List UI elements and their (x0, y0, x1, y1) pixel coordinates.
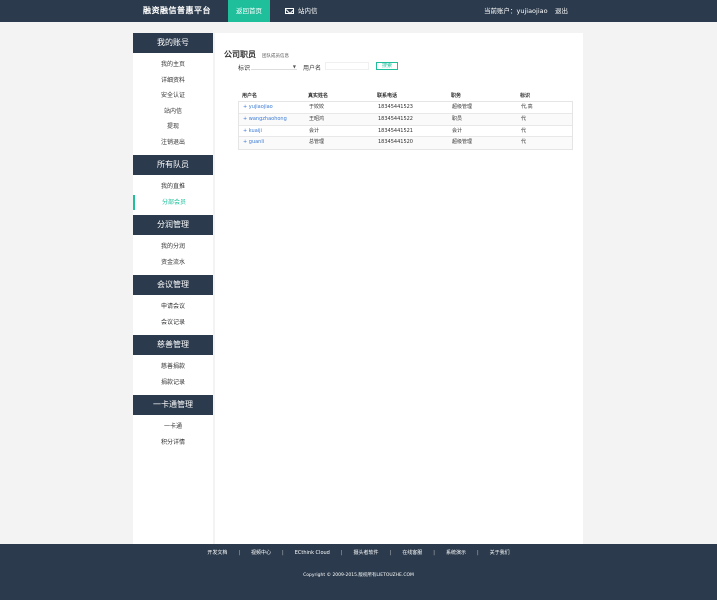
sidebar: 我的账号 我的主页 详细资料 安全认证 站内信 提现 注销退出 所有队员 我的直… (133, 33, 213, 544)
envelope-icon (285, 7, 294, 14)
sidebar-item-logout[interactable]: 注销退出 (133, 135, 213, 151)
username-link[interactable]: + guanli (243, 137, 264, 149)
table-row[interactable]: + kuaiji 会计 18345441521 会计 代 (239, 125, 572, 138)
col-phone: 联系电话 (377, 93, 398, 99)
real-name-cell: 总管理 (309, 139, 325, 146)
main-panel: 公司职员 团队成员信息 标识 ▼ 用户名 搜索 用户名 真实姓名 联系电话 职务 … (215, 33, 583, 544)
search-button[interactable]: 搜索 (376, 62, 398, 70)
sidebar-item-profile[interactable]: 详细资料 (133, 73, 213, 89)
phone-cell: 18345441522 (378, 115, 413, 122)
nav-messages-link[interactable]: 站内信 (285, 0, 318, 22)
real-name-cell: 王昭鸿 (309, 115, 325, 122)
username-link[interactable]: + kuaiji (243, 126, 262, 138)
footer-divider: | (389, 550, 392, 556)
tag-select[interactable]: ▼ (251, 62, 297, 70)
caret-down-icon: ▼ (292, 64, 296, 69)
sidebar-item-security[interactable]: 安全认证 (133, 88, 213, 104)
sidebar-section-card: 一卡通管理 (133, 395, 213, 415)
copyright: Copyright © 2009-2015.版权所有LIETOUZHE.COM (303, 573, 414, 578)
sidebar-section-charity: 慈善管理 (133, 335, 213, 355)
sidebar-section-account: 我的账号 (133, 33, 213, 53)
position-cell: 会计 (452, 127, 463, 134)
brand-title: 融资融信普惠平台 (143, 6, 211, 15)
footer-link-about[interactable]: 关于我们 (490, 549, 510, 556)
sidebar-section-meetings: 会议管理 (133, 275, 213, 295)
footer: 开发文档 | 视频中心 | ECthink Cloud | 摄头者软件 | 在线客服 | 系统演示 |… (0, 544, 717, 600)
table-row[interactable]: + wangzhaohong 王昭鸿 18345441522 职员 代 (239, 113, 572, 126)
username-link[interactable]: + wangzhaohong (243, 114, 287, 126)
col-username: 用户名 (242, 93, 258, 99)
tag-cell: 代 (521, 115, 527, 122)
sidebar-item-branch-members[interactable]: 分部会员 (133, 194, 213, 210)
position-cell: 超级管理 (452, 104, 473, 110)
footer-link-videos[interactable]: 视频中心 (251, 549, 271, 556)
page-subtitle: 团队成员信息 (262, 54, 289, 59)
phone-cell: 18345441521 (378, 127, 413, 134)
username-input[interactable] (325, 62, 369, 70)
phone-cell: 18345441523 (378, 104, 413, 110)
footer-link-support[interactable]: 在线客服 (402, 549, 422, 556)
sidebar-item-fund-flow[interactable]: 资金流水 (133, 255, 213, 271)
sidebar-item-my-profit[interactable]: 我的分润 (133, 239, 213, 255)
sidebar-item-direct-referrals[interactable]: 我的直推 (133, 179, 213, 195)
sidebar-item-messages[interactable]: 站内信 (133, 104, 213, 120)
table-row[interactable]: + yujiaojiao 于姣姣 18345441523 超级管理 代,高 (239, 102, 572, 114)
sidebar-item-apply-meeting[interactable]: 申请会议 (133, 299, 213, 315)
sidebar-item-home[interactable]: 我的主页 (133, 57, 213, 73)
page-header: 公司职员 团队成员信息 (224, 42, 289, 61)
position-cell: 超级管理 (452, 139, 473, 146)
footer-link-software[interactable]: 摄头者软件 (354, 549, 379, 556)
footer-link-demo[interactable]: 系统演示 (446, 549, 466, 556)
tag-cell: 代 (521, 139, 527, 146)
sidebar-section-profit: 分润管理 (133, 215, 213, 235)
sidebar-item-charity-donation[interactable]: 慈善捐款 (133, 359, 213, 375)
username-link[interactable]: + yujiaojiao (243, 102, 273, 114)
tag-label: 标识 (238, 65, 251, 72)
footer-links: 开发文档 | 视频中心 | ECthink Cloud | 摄头者软件 | 在线客服 | 系统演示 |… (0, 549, 717, 556)
page-title: 公司职员 (224, 50, 256, 59)
footer-divider: | (476, 550, 479, 556)
sidebar-item-donation-records[interactable]: 捐款记录 (133, 375, 213, 391)
top-navbar: 融资融信普惠平台 返回首页 站内信 当前账户：yujiaojiao 退出 (0, 0, 717, 22)
table-row[interactable]: + guanli 总管理 18345441520 超级管理 代 (239, 137, 572, 150)
sidebar-item-withdraw[interactable]: 提现 (133, 119, 213, 135)
tag-cell: 代 (521, 127, 527, 134)
username-label: 用户名 (303, 65, 322, 72)
current-account: 当前账户：yujiaojiao (484, 7, 548, 15)
sidebar-item-points-detail[interactable]: 积分详情 (133, 435, 213, 451)
col-real-name: 真实姓名 (308, 93, 329, 99)
footer-divider: | (282, 550, 284, 556)
nav-home-button[interactable]: 返回首页 (228, 0, 270, 22)
footer-link-cloud[interactable]: ECthink Cloud (295, 550, 330, 556)
phone-cell: 18345441520 (378, 139, 413, 146)
logout-link[interactable]: 退出 (555, 0, 568, 22)
footer-divider: | (433, 550, 435, 556)
real-name-cell: 会计 (309, 127, 320, 134)
real-name-cell: 于姣姣 (309, 104, 325, 110)
members-table: + yujiaojiao 于姣姣 18345441523 超级管理 代,高 + … (238, 101, 573, 151)
position-cell: 职员 (452, 115, 463, 122)
sidebar-item-meeting-records[interactable]: 会议记录 (133, 315, 213, 331)
table-header: 用户名 真实姓名 联系电话 职务 标识 (238, 92, 573, 101)
footer-divider: | (340, 550, 343, 556)
col-position: 职务 (451, 93, 462, 99)
sidebar-item-card[interactable]: 一卡通 (133, 419, 213, 435)
tag-cell: 代,高 (521, 104, 533, 110)
sidebar-section-members: 所有队员 (133, 155, 213, 175)
footer-link-docs[interactable]: 开发文档 (207, 549, 227, 556)
nav-messages-label: 站内信 (298, 7, 318, 15)
footer-divider: | (238, 550, 241, 556)
col-tag: 标识 (520, 93, 531, 99)
